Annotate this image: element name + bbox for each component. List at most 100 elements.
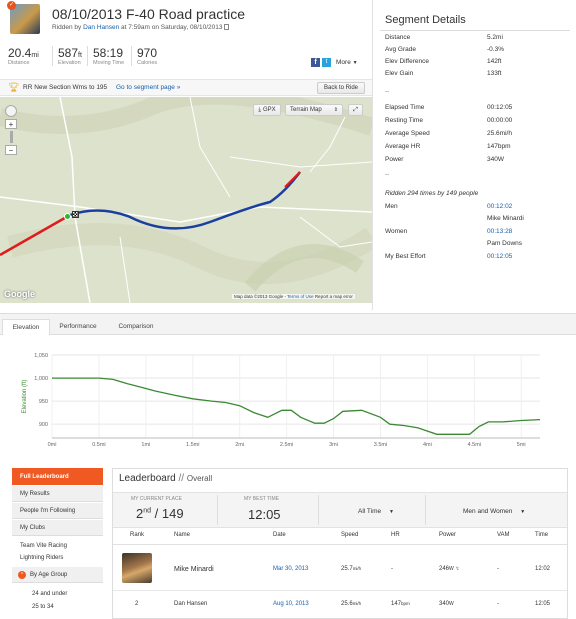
map[interactable]: + − ⤓ GPX Terrain Map ⇕ ⤢ Google Map data … [0, 97, 372, 303]
col-name[interactable]: Name [174, 532, 190, 538]
zoom-out-icon[interactable]: − [5, 145, 17, 155]
sidebar-item-age-group[interactable]: ^ By Age Group [12, 567, 103, 583]
athlete-photo[interactable] [122, 553, 152, 583]
map-canvas [0, 97, 372, 303]
sidebar-age[interactable]: 25 to 34 [32, 601, 67, 614]
twitter-icon[interactable]: t [322, 58, 331, 67]
x-tick-label: 4mi [423, 442, 432, 448]
sidebar-item-full-leaderboard[interactable]: Full Leaderboard [12, 468, 103, 485]
current-place-total: / 149 [154, 506, 184, 521]
men-name[interactable]: Mike Minardi [487, 215, 524, 222]
tab-comparison[interactable]: Comparison [108, 318, 164, 334]
time-filter-select[interactable]: All Time ▼ [358, 508, 394, 515]
athlete-name[interactable]: Dan Hansen [174, 601, 207, 607]
caret-down-icon: ▼ [352, 60, 358, 66]
date-link[interactable]: Mar 30, 2013 [273, 566, 308, 572]
calendar-icon[interactable] [224, 24, 230, 31]
detail-value: 142ft [487, 58, 502, 65]
x-tick-label: 5mi [517, 442, 526, 448]
stat-label: Distance [8, 60, 30, 66]
date-link[interactable]: Aug 10, 2013 [273, 601, 309, 607]
sidebar-age[interactable]: 24 and under [32, 588, 67, 601]
caret-down-icon: ▼ [388, 509, 394, 515]
current-place: 2nd / 149 [136, 506, 184, 521]
speed-value: 25.6 [341, 601, 353, 607]
detail-value: 25.6mi/h [487, 130, 512, 137]
vam-cell: - [497, 601, 499, 607]
sidebar-item-label: My Clubs [20, 524, 46, 531]
avatar[interactable]: ✓ [7, 1, 40, 34]
estimated-power-icon: ↯ [455, 566, 460, 572]
col-vam[interactable]: VAM [497, 532, 510, 538]
women-time-link[interactable]: 00:13:28 [487, 228, 512, 235]
gender-filter-select[interactable]: Men and Women ▼ [463, 508, 525, 515]
detail-key: Elev Gain [385, 70, 414, 77]
x-tick-label: 3.5mi [374, 442, 387, 448]
detail-key: Elev Difference [385, 58, 429, 65]
rider-link[interactable]: Dan Hansen [83, 24, 119, 31]
detail-separator: -- [385, 88, 390, 95]
women-name[interactable]: Pam Downs [487, 240, 522, 247]
stat-label: Calories [137, 60, 158, 66]
detail-value: 340W [487, 156, 504, 163]
stat-unit: ft [78, 52, 82, 59]
sidebar-item-my-results[interactable]: My Results [12, 486, 103, 502]
col-power[interactable]: Power [439, 532, 456, 538]
tab-performance[interactable]: Performance [54, 318, 102, 334]
gpx-button[interactable]: ⤓ GPX [253, 104, 281, 116]
col-hr[interactable]: HR [391, 532, 400, 538]
time-cell[interactable]: 12:02 [535, 566, 550, 572]
speed-cell: 25.7mi/h [341, 566, 361, 572]
sidebar-item-my-clubs[interactable]: My Clubs [12, 520, 103, 536]
y-tick-label: 900 [39, 422, 48, 428]
sidebar-club[interactable]: Team Vite Racing [20, 540, 67, 552]
hr-unit: bpm [401, 601, 410, 606]
x-tick-label: 1.5mi [186, 442, 199, 448]
speed-cell: 25.6mi/h [341, 601, 361, 607]
athlete-name[interactable]: Mike Minardi [174, 566, 214, 573]
y-tick-label: 950 [39, 399, 48, 405]
terms-link[interactable]: Terms of Use [287, 294, 314, 299]
time-cell[interactable]: 12:05 [535, 601, 550, 607]
finish-flag-icon[interactable] [72, 211, 79, 218]
map-type-select[interactable]: Terrain Map ⇕ [285, 104, 343, 116]
detail-separator: -- [385, 171, 390, 178]
report-link[interactable]: Report a map error [315, 294, 353, 299]
detail-key: Distance [385, 34, 411, 41]
tab-elevation[interactable]: Elevation [2, 319, 50, 335]
col-date[interactable]: Date [273, 532, 286, 538]
zoom-slider[interactable] [9, 131, 13, 143]
col-rank[interactable]: Rank [130, 532, 144, 538]
men-time-link[interactable]: 00:12:02 [487, 203, 512, 210]
start-marker-icon[interactable] [64, 213, 71, 220]
power-value: 246 [439, 566, 450, 572]
x-tick-label: 1mi [141, 442, 150, 448]
sidebar-item-following[interactable]: People I'm Following [12, 503, 103, 519]
back-to-ride-button[interactable]: Back to Ride [317, 82, 365, 94]
detail-key: Average HR [385, 143, 421, 150]
col-time[interactable]: Time [535, 532, 548, 538]
speed-unit: mi/h [352, 566, 362, 571]
badge-icon: ✓ [7, 1, 16, 10]
men-label: Men [385, 203, 398, 210]
sidebar-club[interactable]: Lightning Riders [20, 552, 67, 564]
trophy-icon: 🏆︎ [8, 82, 20, 92]
zoom-control[interactable]: + − [5, 105, 17, 157]
pan-icon[interactable] [5, 105, 17, 117]
summary-divider [425, 495, 426, 525]
segment-page-link[interactable]: Go to segment page » [116, 84, 180, 91]
facebook-icon[interactable]: f [311, 58, 320, 67]
zoom-in-icon[interactable]: + [5, 119, 17, 129]
col-speed[interactable]: Speed [341, 532, 358, 538]
detail-value: 147bpm [487, 143, 511, 150]
expand-icon: ⤢ [353, 106, 358, 113]
ridden-summary: Ridden 294 times by 149 people [385, 190, 479, 197]
download-icon: ⤓ [258, 106, 261, 113]
fullscreen-button[interactable]: ⤢ [348, 104, 363, 116]
leaderboard-subtitle: Overall [186, 474, 213, 483]
stat-label: Moving Time [93, 60, 125, 66]
summary-divider [217, 495, 218, 525]
best-effort-link[interactable]: 00:12:05 [487, 253, 512, 260]
vam-cell: - [497, 566, 499, 572]
more-button[interactable]: More ▼ [336, 59, 358, 66]
